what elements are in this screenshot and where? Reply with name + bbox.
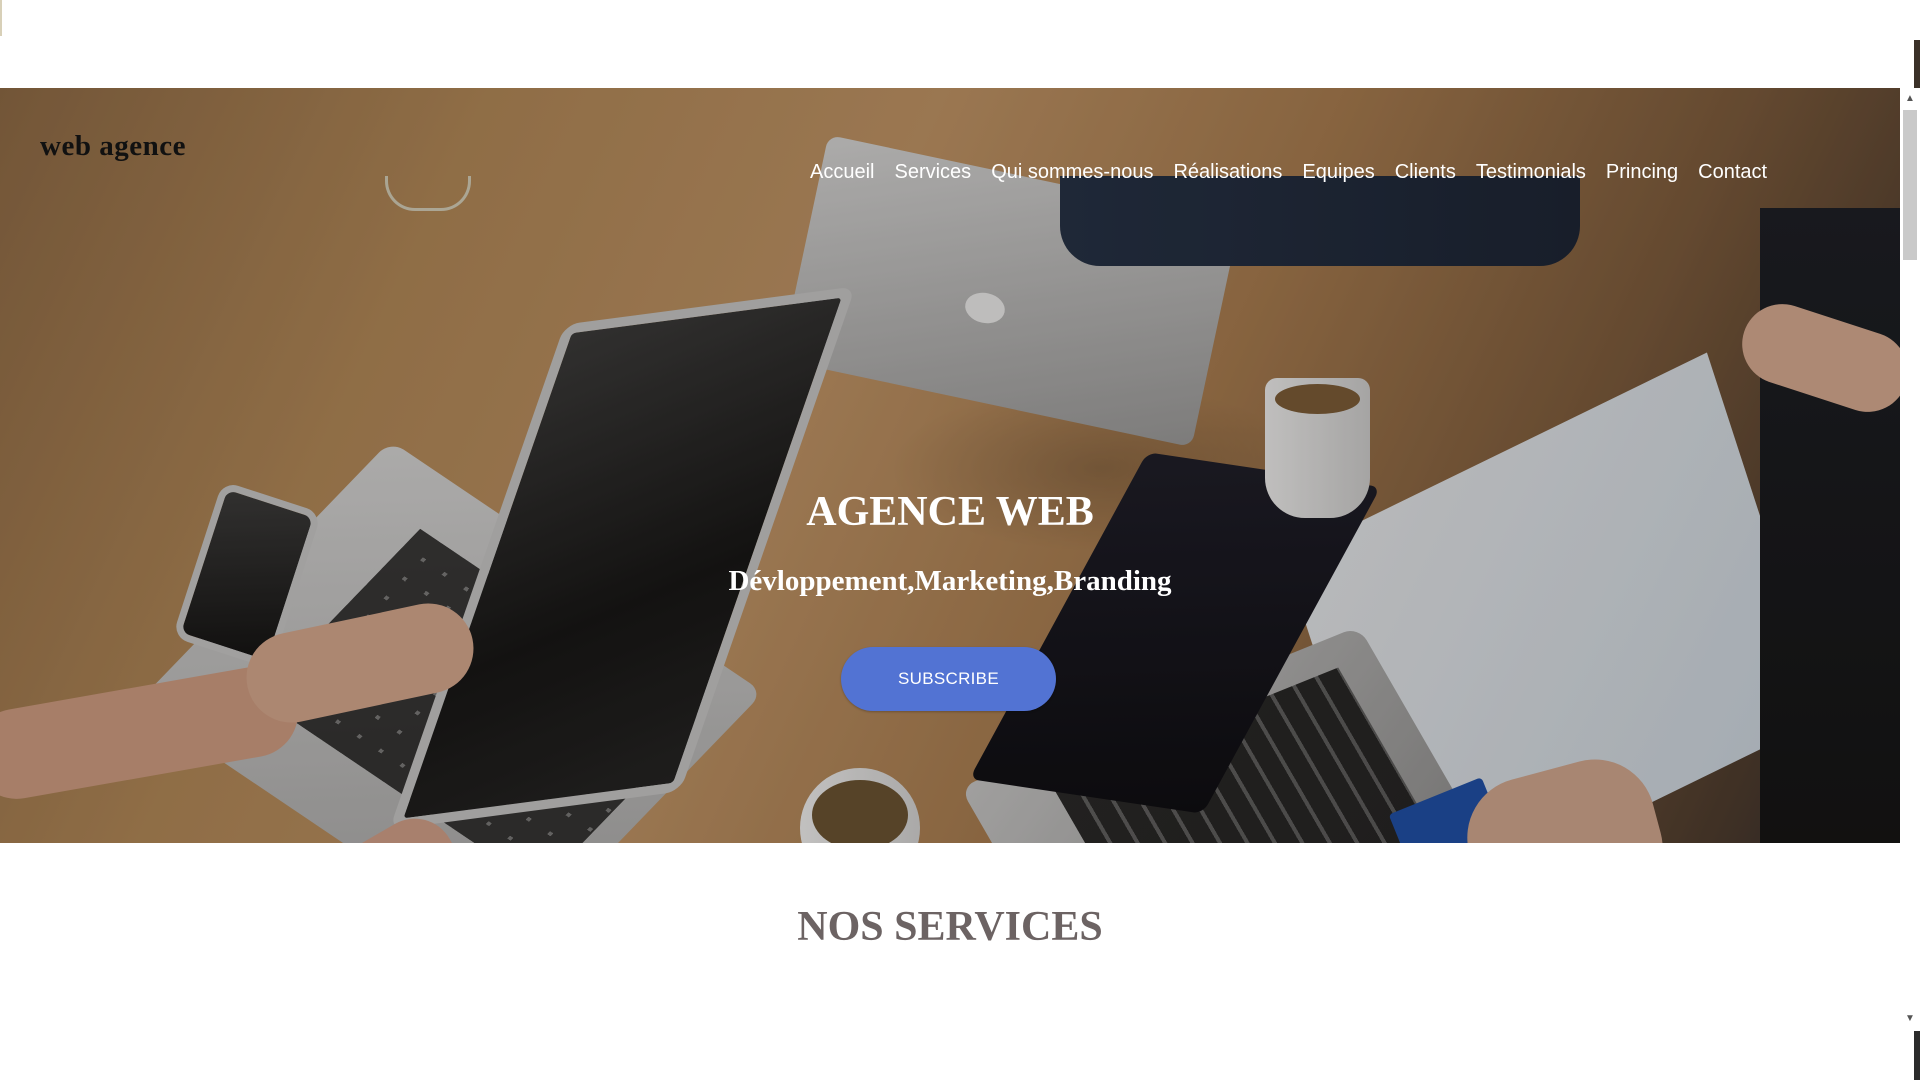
top-white-strip [0, 0, 1900, 88]
hero-subtitle: Dévloppement,Marketing,Branding [728, 565, 1172, 597]
nav-item-testimonials[interactable]: Testimonials [1466, 161, 1596, 184]
nav-item-realisations[interactable]: Réalisations [1163, 161, 1292, 184]
nav-item-services[interactable]: Services [884, 161, 981, 184]
nav-item-princing[interactable]: Princing [1596, 161, 1688, 184]
hero-image-overlay [0, 88, 1900, 843]
top-left-edge-mark [0, 0, 2, 36]
window-edge-top [1914, 40, 1920, 88]
nav-item-accueil[interactable]: Accueil [810, 161, 884, 184]
nav-item-equipes[interactable]: Equipes [1292, 161, 1384, 184]
services-section-title: NOS SERVICES [797, 904, 1103, 950]
subscribe-button[interactable]: SUBSCRIBE [841, 647, 1056, 711]
hero-section [0, 88, 1900, 843]
nav-item-contact[interactable]: Contact [1688, 161, 1777, 184]
main-nav: Accueil Services Qui sommes-nous Réalisa… [810, 161, 1777, 184]
scroll-up-arrow-icon[interactable]: ▲ [1900, 88, 1920, 110]
scroll-down-arrow-icon[interactable]: ▼ [1900, 1008, 1920, 1030]
site-logo[interactable]: web agence [40, 130, 186, 163]
nav-item-clients[interactable]: Clients [1385, 161, 1466, 184]
scrollbar-thumb[interactable] [1903, 110, 1917, 260]
window-edge-bottom [1914, 1031, 1920, 1080]
hero-title: AGENCE WEB [806, 489, 1094, 535]
nav-item-qui-sommes-nous[interactable]: Qui sommes-nous [981, 161, 1163, 184]
